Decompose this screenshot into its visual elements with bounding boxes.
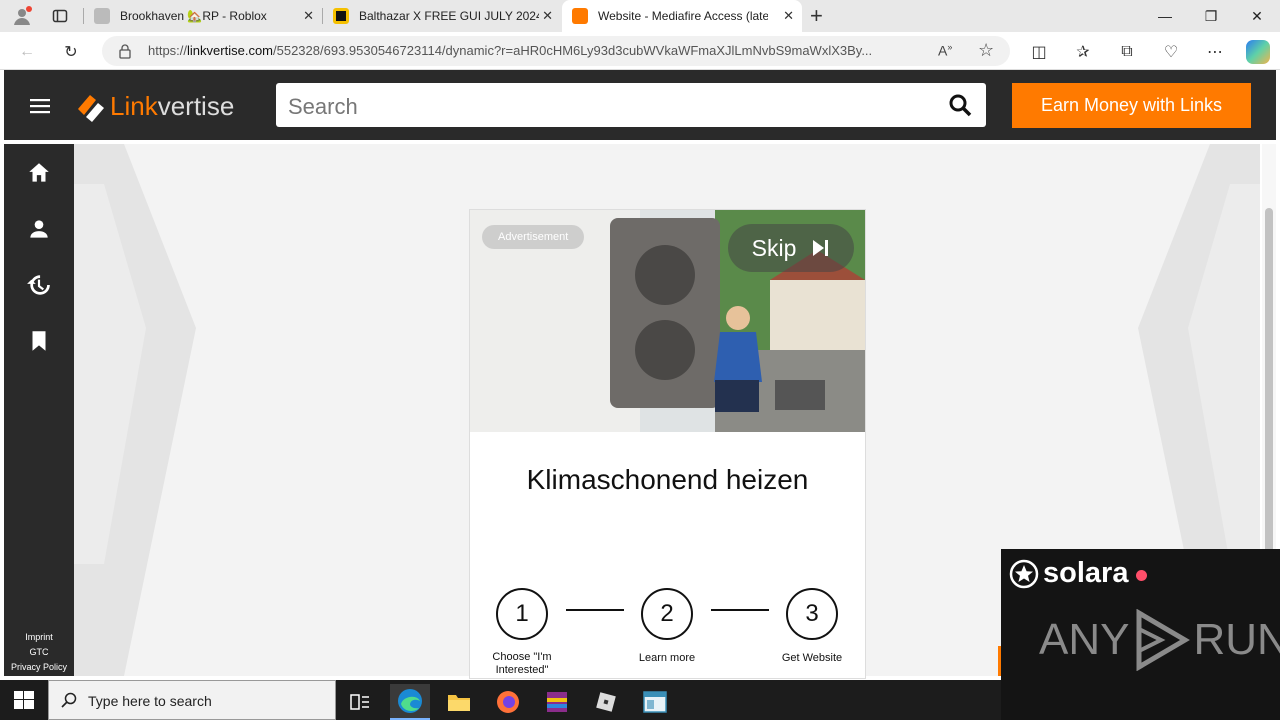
logo-text-vertise: vertise (157, 90, 235, 121)
skip-button[interactable]: Skip (728, 224, 854, 272)
collections-icon[interactable]: ⧉ (1116, 41, 1138, 63)
user-icon (30, 220, 48, 238)
sidebar-item-profile[interactable] (26, 216, 52, 242)
logo-text-link: Link (110, 90, 158, 121)
solara-brand: solara (1009, 557, 1148, 590)
step-3-circle: 3 (786, 588, 838, 640)
copilot-icon[interactable] (1246, 40, 1270, 64)
tab-actions-icon[interactable] (52, 8, 68, 24)
site-sidebar: Imprint GTC Privacy Policy (4, 144, 74, 676)
step-2-label: Learn more (638, 652, 696, 664)
privacy-policy-link[interactable]: Privacy Policy (4, 662, 74, 672)
roblox-favicon-icon (94, 8, 110, 24)
search-placeholder: Search (288, 94, 358, 119)
skip-next-icon (813, 240, 829, 256)
ad-headline: Klimaschonend heizen (526, 464, 809, 495)
tab-title: Website - Mediafire Access (latest (598, 9, 768, 23)
home-icon (29, 163, 49, 182)
play-triangle-icon (1136, 609, 1191, 671)
firefox-icon[interactable] (488, 684, 528, 720)
tab-title: Brookhaven 🏡RP - Roblox (120, 9, 267, 23)
taskbar-search-placeholder: Type here to search (88, 693, 212, 709)
url-path: /552328/693.9530546723114/dynamic?r=aHR0… (273, 43, 873, 58)
edge-taskbar-icon[interactable] (390, 684, 430, 720)
favorites-icon[interactable]: ✰ (1072, 41, 1094, 63)
step-1-circle: 1 (496, 588, 548, 640)
linkvertise-logo[interactable]: Link vertise (74, 88, 254, 124)
history-icon (27, 275, 50, 295)
windows-taskbar: Type here to search (0, 680, 1001, 720)
close-tab-icon[interactable]: ✕ (542, 8, 553, 24)
balthazar-favicon-icon (333, 8, 349, 24)
minimize-icon[interactable]: — (1142, 0, 1188, 32)
roblox-icon[interactable] (586, 684, 626, 720)
step-connector (566, 609, 624, 611)
advertisement-badge: Advertisement (482, 225, 585, 249)
file-explorer-icon[interactable] (439, 684, 479, 720)
status-dot (1136, 570, 1148, 581)
profile-avatar-icon[interactable] (12, 6, 32, 26)
tab-mediafire-access[interactable]: Website - Mediafire Access (latest ✕ (562, 0, 802, 32)
sidebar-item-history[interactable] (26, 272, 52, 298)
url-prefix: https:// (148, 43, 188, 58)
windows-start-icon[interactable] (14, 691, 34, 709)
ad-card[interactable]: Advertisement Skip Klimaschonend heizen … (469, 209, 866, 679)
url-text[interactable]: https://linkvertise.com/552328/693.95305… (148, 43, 928, 58)
step-connector (711, 609, 769, 611)
ad-image[interactable]: Advertisement Skip (470, 210, 865, 432)
close-tab-icon[interactable]: ✕ (303, 8, 314, 24)
browser-tab-bar: Brookhaven 🏡RP - Roblox ✕ Balthazar X FR… (0, 0, 1280, 32)
skip-label: Skip (751, 234, 797, 261)
step-3-label: Get Website (781, 652, 843, 664)
step-2-circle: 2 (641, 588, 693, 640)
solara-text: solara (1043, 557, 1129, 589)
hamburger-menu-icon[interactable] (30, 98, 50, 114)
linkvertise-favicon-icon (572, 8, 588, 24)
app-window-icon[interactable] (635, 684, 675, 720)
address-bar[interactable]: https://linkvertise.com/552328/693.95305… (102, 36, 1010, 66)
watermark-run: RUN (1193, 615, 1280, 664)
step-1-label: Choose "I'm Interested" (492, 651, 552, 676)
sidebar-item-home[interactable] (26, 160, 52, 186)
search-icon[interactable] (948, 93, 972, 117)
split-screen-icon[interactable]: ◫ (1028, 41, 1050, 63)
back-icon[interactable]: ← (16, 41, 38, 63)
imprint-link[interactable]: Imprint (4, 632, 74, 642)
close-window-icon[interactable]: ✕ (1234, 0, 1280, 32)
winrar-icon[interactable] (537, 684, 577, 720)
gtc-link[interactable]: GTC (4, 647, 74, 657)
earn-money-button[interactable]: Earn Money with Links (1012, 83, 1251, 128)
refresh-icon[interactable]: ↻ (60, 41, 82, 63)
solara-overlay: solara ANY RUN (1001, 549, 1280, 720)
star-badge-icon (1009, 559, 1039, 588)
site-search-input[interactable]: Search (276, 83, 986, 127)
search-icon (61, 692, 77, 708)
tab-balthazar[interactable]: Balthazar X FREE GUI JULY 2024 | R ✕ (323, 0, 561, 32)
tab-title: Balthazar X FREE GUI JULY 2024 | R (359, 9, 539, 23)
url-domain: linkvertise.com (187, 43, 273, 58)
taskbar-search-input[interactable]: Type here to search (48, 680, 336, 720)
bookmark-icon (32, 331, 46, 351)
browser-essentials-icon[interactable]: ♡ (1160, 41, 1182, 63)
favorite-star-icon[interactable]: ☆ (978, 40, 994, 61)
site-header: Link vertise Search Earn Money with Links (4, 70, 1276, 140)
new-tab-icon[interactable]: + (810, 4, 830, 28)
tab-brookhaven[interactable]: Brookhaven 🏡RP - Roblox ✕ (84, 0, 322, 32)
browser-toolbar: ← ↻ https://linkvertise.com/552328/693.9… (0, 32, 1280, 70)
sidebar-item-bookmarks[interactable] (26, 328, 52, 354)
read-aloud-icon[interactable]: A» (938, 42, 952, 59)
anyrun-watermark: ANY RUN (1039, 609, 1280, 671)
restore-icon[interactable]: ❐ (1188, 0, 1234, 32)
more-menu-icon[interactable]: ⋯ (1204, 41, 1226, 63)
task-view-icon[interactable] (340, 684, 380, 720)
lock-icon[interactable] (118, 43, 132, 59)
watermark-any: ANY (1039, 615, 1130, 664)
close-tab-icon[interactable]: ✕ (783, 8, 794, 24)
linkvertise-logo-icon (78, 95, 104, 122)
